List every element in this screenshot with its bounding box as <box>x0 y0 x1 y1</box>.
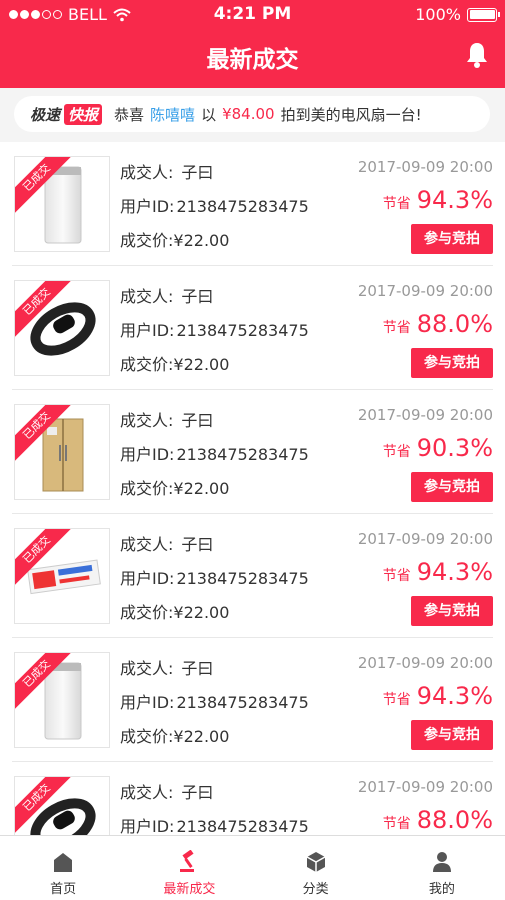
join-auction-button[interactable]: 参与竞拍 <box>411 596 493 626</box>
join-auction-button[interactable]: 参与竞拍 <box>411 720 493 750</box>
deal-row[interactable]: 已成交 成交人: 子曰 用户ID:2138475283475 成交价:¥22.00… <box>12 266 493 390</box>
user-id-value: 2138475283475 <box>176 817 309 835</box>
price-value: ¥22.00 <box>173 603 230 622</box>
buyer-name: 子曰 <box>181 783 214 802</box>
buyer-name: 子曰 <box>181 659 214 678</box>
buyer-name: 子曰 <box>181 535 214 554</box>
deal-row[interactable]: 已成交 成交人: 子曰 用户ID:2138475283475 成交价:¥22.00… <box>12 142 493 266</box>
price-value: ¥22.00 <box>173 479 230 498</box>
page-title: 最新成交 <box>206 47 299 73</box>
saving-percent: 88.0% <box>416 310 493 338</box>
user-icon <box>432 852 451 872</box>
ticker-tag-news: 快报 <box>64 103 103 125</box>
deal-date: 2017-09-09 20:00 <box>357 282 493 300</box>
ticker-user: 陈嘻嘻 <box>150 105 196 124</box>
ticker-text-with: 以 <box>201 105 217 124</box>
bell-icon[interactable] <box>465 41 489 69</box>
tab-label: 最新成交 <box>163 882 216 897</box>
buyer-name: 子曰 <box>181 287 214 306</box>
user-id-value: 2138475283475 <box>176 321 309 340</box>
battery-icon <box>467 7 500 22</box>
user-id-label: 用户ID: <box>120 569 175 588</box>
deal-list[interactable]: 已成交 成交人: 子曰 用户ID: 2138475283475 成交价:¥22.00… <box>0 142 505 835</box>
tab-category[interactable]: 分类 <box>253 836 379 900</box>
deal-date: 2017-09-09 20:00 <box>357 406 493 424</box>
product-thumbnail[interactable]: 已成交 <box>14 652 110 748</box>
saving-percent: 94.3% <box>416 186 493 214</box>
buyer-label: 成交人: <box>120 783 174 802</box>
box-icon <box>306 852 325 872</box>
price-label: 成交价: <box>120 727 174 746</box>
user-id-value: 2138475283475 <box>176 569 309 588</box>
saving-percent: 94.3% <box>416 682 493 710</box>
join-auction-button[interactable]: 参与竞拍 <box>411 348 493 378</box>
home-icon <box>54 853 73 872</box>
ticker-tag-fast: 极速 <box>30 105 61 124</box>
tab-label: 首页 <box>50 882 77 897</box>
tab-mine[interactable]: 我的 <box>379 836 505 900</box>
product-thumbnail[interactable]: 已成交 <box>14 280 110 376</box>
saving-label: 节省 <box>382 196 411 212</box>
user-id-label: 用户ID: <box>120 445 175 464</box>
price-value: ¥22.00 <box>173 355 230 374</box>
app-header: BELL 4:21 PM 100% 最新成交 <box>0 0 505 88</box>
saving-label: 节省 <box>382 320 411 336</box>
deal-date: 2017-09-09 20:00 <box>357 530 493 548</box>
deal-row[interactable]: 已成交 成交人: 子曰 用户ID:2138475283475 成交价:¥22.00… <box>12 638 493 762</box>
buyer-name: 子曰 <box>181 163 214 182</box>
buyer-label: 成交人: <box>120 287 174 306</box>
price-label: 成交价: <box>120 355 174 374</box>
user-id-label: 用户ID: <box>120 321 175 340</box>
status-bar: BELL 4:21 PM 100% <box>0 0 505 28</box>
deal-row[interactable]: 已成交 成交人:子曰 用户ID:2138475283475 成交价:¥22.00… <box>12 762 493 835</box>
news-ticker[interactable]: 极速 快报 恭喜 陈嘻嘻 以 ¥84.00 拍到美的电风扇一台! <box>14 96 490 132</box>
battery-percent: 100% <box>415 5 461 24</box>
tab-bar: 首页 最新成交 分类 我的 <box>0 835 505 900</box>
saving-label: 节省 <box>382 816 411 832</box>
join-auction-button[interactable]: 参与竞拍 <box>411 472 493 502</box>
user-id-value: 2138475283475 <box>176 445 309 464</box>
user-id-value: 2138475283475 <box>176 693 309 712</box>
user-id-label: 用户ID: <box>120 693 175 712</box>
buyer-label: 成交人: <box>120 411 174 430</box>
deal-row[interactable]: 已成交 成交人: 子曰 用户ID:2138475283475 成交价:¥22.00… <box>12 390 493 514</box>
price-label: 成交价: <box>120 479 174 498</box>
deal-row[interactable]: 已成交 成交人: 子曰 用户ID:2138475283475 成交价:¥22.00… <box>12 514 493 638</box>
tab-label: 分类 <box>302 882 329 897</box>
user-id-label: 用户ID: <box>120 197 175 216</box>
ticker-text-congrats: 恭喜 <box>114 105 145 124</box>
gavel-icon <box>180 850 195 872</box>
user-id-label: 用户ID: <box>120 817 175 835</box>
user-id-value: 2138475283475 <box>176 197 309 216</box>
buyer-label: 成交人: <box>120 659 174 678</box>
price-value: ¥22.00 <box>173 231 230 250</box>
saving-percent: 88.0% <box>416 806 493 834</box>
join-auction-button[interactable]: 参与竞拍 <box>411 224 493 254</box>
price-value: ¥22.00 <box>173 727 230 746</box>
saving-label: 节省 <box>382 692 411 708</box>
product-thumbnail[interactable]: 已成交 <box>14 156 110 252</box>
deal-date: 2017-09-09 20:00 <box>357 158 493 176</box>
tab-home[interactable]: 首页 <box>0 836 126 900</box>
deal-date: 2017-09-09 20:00 <box>357 778 493 796</box>
price-label: 成交价: <box>120 603 174 622</box>
product-thumbnail[interactable]: 已成交 <box>14 528 110 624</box>
saving-label: 节省 <box>382 568 411 584</box>
ticker-price: ¥84.00 <box>222 105 275 123</box>
buyer-label: 成交人: <box>120 535 174 554</box>
tab-latest-deals[interactable]: 最新成交 <box>126 836 252 900</box>
tab-label: 我的 <box>428 882 455 897</box>
saving-percent: 94.3% <box>416 558 493 586</box>
buyer-label: 成交人: <box>120 163 174 182</box>
price-label: 成交价: <box>120 231 174 250</box>
buyer-name: 子曰 <box>181 411 214 430</box>
ticker-text-item: 拍到美的电风扇一台! <box>280 105 422 124</box>
deal-date: 2017-09-09 20:00 <box>357 654 493 672</box>
saving-label: 节省 <box>382 444 411 460</box>
product-thumbnail[interactable]: 已成交 <box>14 776 110 835</box>
saving-percent: 90.3% <box>416 434 493 462</box>
product-thumbnail[interactable]: 已成交 <box>14 404 110 500</box>
